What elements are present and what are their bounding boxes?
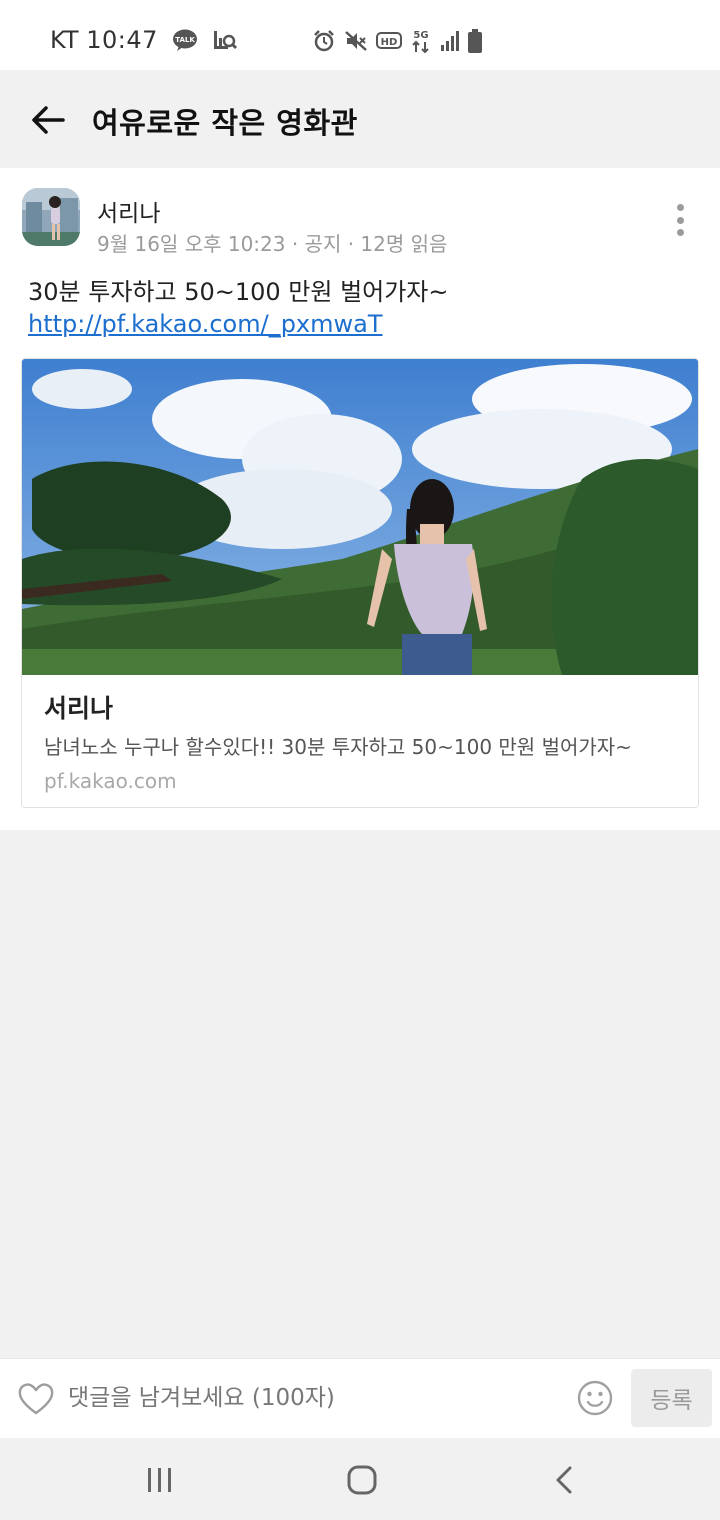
preview-domain: pf.kakao.com [44, 769, 177, 793]
avatar[interactable] [22, 188, 80, 246]
back-button[interactable] [26, 98, 70, 142]
5g-icon: 5G [410, 28, 432, 54]
kakaotalk-label: TALK [175, 36, 195, 44]
post-card: 서리나 9월 16일 오후 10:23 · 공지 · 12명 읽음 30분 투자… [0, 168, 720, 830]
author-name[interactable]: 서리나 [97, 194, 160, 228]
heart-icon [18, 1383, 54, 1415]
more-dot-icon [676, 204, 684, 211]
alarm-icon [312, 29, 336, 53]
preview-image [22, 359, 698, 675]
post-body: 30분 투자하고 50~100 만원 벌어가자~ http://pf.kakao… [28, 276, 449, 340]
system-nav-bar [0, 1438, 720, 1520]
smiley-icon [577, 1380, 613, 1416]
more-dot-icon [676, 216, 684, 224]
status-time: KT 10:47 [50, 26, 158, 54]
clock: 10:47 [86, 26, 158, 54]
post-link[interactable]: http://pf.kakao.com/_pxmwaT [28, 308, 449, 340]
app-header: 여유로운 작은 영화관 [0, 70, 720, 168]
arrow-left-icon [32, 106, 65, 134]
comment-bar: 등록 [0, 1358, 720, 1438]
system-back-button[interactable] [542, 1460, 586, 1500]
post-text: 30분 투자하고 50~100 만원 벌어가자~ [28, 278, 449, 306]
chevron-left-icon [556, 1466, 572, 1494]
link-preview-card[interactable]: 서리나 남녀노소 누구나 할수있다!! 30분 투자하고 50~100 만원 벌… [21, 358, 699, 808]
status-right: HD 5G [312, 28, 482, 54]
home-icon [347, 1465, 377, 1495]
recent-apps-icon [148, 1468, 171, 1492]
emoji-button[interactable] [576, 1379, 614, 1417]
battery-icon [468, 29, 482, 53]
preview-title: 서리나 [44, 694, 114, 723]
status-left: KT 10:47 TALK [50, 26, 238, 54]
recent-apps-button[interactable] [138, 1460, 182, 1500]
comment-input[interactable] [68, 1369, 558, 1427]
preview-description: 남녀노소 누구나 할수있다!! 30분 투자하고 50~100 만원 벌어가자~ [44, 735, 632, 759]
more-dot-icon [676, 229, 684, 236]
home-button[interactable] [340, 1460, 384, 1500]
hd-voice-icon: HD [376, 30, 402, 52]
like-button[interactable] [16, 1379, 56, 1419]
screenshot-search-icon [212, 28, 238, 52]
network-label: 5G [413, 30, 428, 41]
post-meta: 9월 16일 오후 10:23 · 공지 · 12명 읽음 [97, 232, 448, 256]
hd-label: HD [381, 37, 398, 48]
mute-icon [344, 29, 368, 53]
status-bar: KT 10:47 TALK HD 5G [0, 0, 720, 70]
submit-comment-button[interactable]: 등록 [631, 1369, 712, 1427]
carrier-label: KT [50, 26, 79, 54]
kakaotalk-icon: TALK [172, 28, 198, 52]
page-title: 여유로운 작은 영화관 [92, 106, 358, 140]
signal-icon [440, 30, 460, 52]
more-options-button[interactable] [668, 200, 692, 240]
